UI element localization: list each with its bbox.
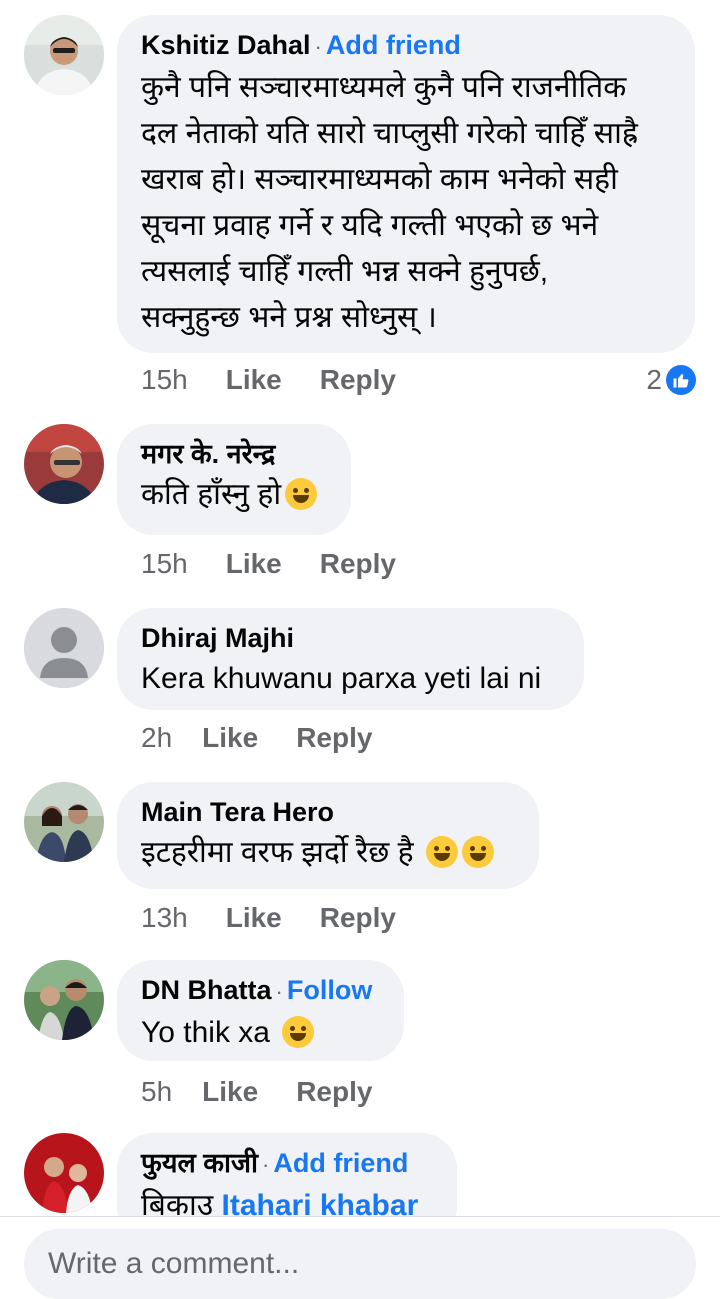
comment-item: Main Tera Hero इटहरीमा वरफ झर्दो रैछ है … — [0, 770, 720, 950]
comment-text-content: Yo thik xa — [141, 1016, 270, 1049]
grinning-emoji-icon — [461, 836, 494, 869]
comment-meta: 2h Like Reply — [141, 722, 410, 754]
comment-meta: 15h Like Reply — [141, 364, 434, 396]
comment-text: बिकाउ Itahari khabar — [141, 1183, 433, 1216]
reply-button[interactable]: Reply — [296, 1076, 372, 1108]
comment-text-line: सक्नुहुन्छ भने प्रश्न सोध्नुस् । — [141, 301, 437, 334]
comment-composer-bar — [0, 1216, 720, 1299]
comment-item: Kshitiz Dahal · Add friend कुनै पनि सञ्चार… — [0, 0, 720, 410]
avatar[interactable] — [24, 608, 104, 688]
comment-text: Yo thik xa — [141, 1010, 380, 1056]
comment-bubble: Dhiraj Majhi Kera khuwanu parxa yeti lai… — [117, 608, 584, 710]
comment-text: कति हाँस्नु हो — [141, 472, 327, 518]
author-name[interactable]: Dhiraj Majhi — [141, 623, 294, 653]
avatar-photo — [24, 960, 104, 1040]
comment-bubble: मगर के. नरेन्द्र कति हाँस्नु हो — [117, 424, 351, 535]
comment-text: Kera khuwanu parxa yeti lai ni — [141, 662, 542, 695]
comment-time[interactable]: 2h — [141, 722, 172, 754]
like-button[interactable]: Like — [226, 548, 282, 580]
comment-text-content: इटहरीमा वरफ झर्दो रैछ है — [141, 836, 414, 869]
comment-time[interactable]: 5h — [141, 1076, 172, 1108]
comment-header: मगर के. नरेन्द्र — [141, 436, 327, 472]
author-name[interactable]: मगर के. नरेन्द्र — [141, 439, 275, 469]
avatar[interactable] — [24, 424, 104, 504]
like-button[interactable]: Like — [202, 1076, 258, 1108]
laughing-tears-emoji-icon — [285, 478, 318, 511]
comment-text-line: सूचना प्रवाह गर्ने र यदि गल्ती भएको छ भन… — [141, 209, 599, 242]
comment-bubble: Kshitiz Dahal · Add friend कुनै पनि सञ्चार… — [117, 15, 695, 353]
smiley-emoji-icon — [282, 1016, 315, 1049]
avatar-photo — [24, 1133, 104, 1213]
like-button[interactable]: Like — [226, 364, 282, 396]
comment-header: DN Bhatta · Follow — [141, 972, 380, 1010]
reply-button[interactable]: Reply — [296, 722, 372, 754]
comment-item: मगर के. नरेन्द्र कति हाँस्नु हो 15h Like R… — [0, 410, 720, 590]
add-friend-link[interactable]: Add friend — [273, 1148, 408, 1178]
author-name[interactable]: DN Bhatta — [141, 975, 272, 1005]
comment-meta: 13h Like Reply — [141, 902, 434, 934]
avatar[interactable] — [24, 960, 104, 1040]
author-name[interactable]: Main Tera Hero — [141, 797, 334, 827]
comment-item: DN Bhatta · Follow Yo thik xa 5h Like Reply — [0, 950, 720, 1125]
comment-text-content: कति हाँस्नु हो — [141, 478, 282, 511]
comment-text-line: दल नेताको यति सारो चाप्लुसी गरेको चाहिँ … — [141, 117, 638, 150]
like-button[interactable]: Like — [202, 722, 258, 754]
follow-link[interactable]: Follow — [287, 975, 372, 1005]
comment-text-line: खराब हो। सञ्चारमाध्यमको काम भनेको सही — [141, 163, 618, 196]
mention-link[interactable]: Itahari khabar — [222, 1189, 419, 1216]
comment-input[interactable] — [24, 1229, 696, 1299]
avatar-photo — [24, 782, 104, 862]
comment-meta: 5h Like Reply — [141, 1076, 410, 1108]
add-friend-link[interactable]: Add friend — [326, 30, 461, 60]
comment-meta: 15h Like Reply — [141, 548, 434, 580]
author-name[interactable]: Kshitiz Dahal — [141, 30, 311, 60]
reply-button[interactable]: Reply — [320, 548, 396, 580]
comment-header: Dhiraj Majhi — [141, 620, 560, 656]
comment-bubble: फुयल काजी · Add friend बिकाउ Itahari khaba… — [117, 1133, 457, 1216]
comment-header: Main Tera Hero — [141, 794, 515, 830]
avatar[interactable] — [24, 15, 104, 95]
comment-header: फुयल काजी · Add friend — [141, 1145, 433, 1183]
author-name[interactable]: फुयल काजी — [141, 1148, 258, 1178]
comment-text: इटहरीमा वरफ झर्दो रैछ है — [141, 830, 515, 876]
comment-bubble: Main Tera Hero इटहरीमा वरफ झर्दो रैछ है — [117, 782, 539, 889]
separator-dot: · — [275, 979, 283, 1004]
comment-item: Dhiraj Majhi Kera khuwanu parxa yeti lai… — [0, 590, 720, 770]
avatar-photo — [24, 15, 104, 95]
avatar[interactable] — [24, 1133, 104, 1213]
separator-dot: · — [314, 34, 322, 59]
avatar-photo — [24, 424, 104, 504]
avatar[interactable] — [24, 782, 104, 862]
reply-button[interactable]: Reply — [320, 364, 396, 396]
comment-item: फुयल काजी · Add friend बिकाउ Itahari khaba… — [0, 1125, 720, 1216]
reaction-count: 2 — [646, 364, 662, 395]
separator-dot: · — [262, 1152, 270, 1177]
comment-bubble: DN Bhatta · Follow Yo thik xa — [117, 960, 404, 1061]
default-avatar-icon — [24, 608, 104, 688]
comment-text-line: त्यसलाई चाहिँ गल्ती भन्न सक्ने हुनुपर्छ, — [141, 255, 549, 288]
comment-header: Kshitiz Dahal · Add friend — [141, 27, 671, 65]
like-icon — [666, 365, 696, 395]
reply-button[interactable]: Reply — [320, 902, 396, 934]
grinning-emoji-icon — [425, 836, 458, 869]
comment-text-content: बिकाउ — [141, 1189, 214, 1216]
reaction-summary[interactable]: 2 — [646, 364, 696, 396]
comment-time[interactable]: 15h — [141, 364, 188, 396]
like-button[interactable]: Like — [226, 902, 282, 934]
comment-time[interactable]: 15h — [141, 548, 188, 580]
comment-time[interactable]: 13h — [141, 902, 188, 934]
comment-text-line: कुनै पनि सञ्चारमाध्यमले कुनै पनि राजनीति… — [141, 71, 627, 104]
